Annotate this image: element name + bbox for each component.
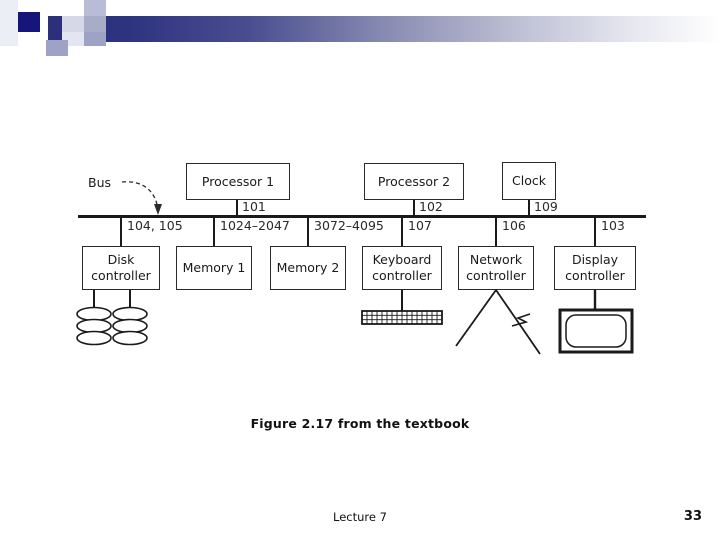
memory-1-label: Memory 1 (183, 260, 246, 276)
processor-1-bus-connector (235, 200, 239, 217)
clock: Clock (502, 162, 556, 200)
disk-controller-label: Disk controller (91, 252, 151, 283)
clock-bus-connector (527, 200, 531, 217)
keyboard-controller-label: Keyboard controller (372, 252, 432, 283)
memory-2-bus-connector (306, 215, 310, 246)
processor-2-label: Processor 2 (378, 174, 450, 190)
memory-1: Memory 1 (176, 246, 252, 290)
memory-2-label-line: Memory 2 (276, 260, 340, 276)
keyboard-controller-address: 107 (408, 218, 432, 233)
network-controller-address: 106 (502, 218, 526, 233)
disk-controller-label-line: controller (91, 268, 151, 283)
processor-2-bus-connector (412, 200, 416, 217)
disk-controller-label-line: Disk (107, 252, 135, 268)
processor-2-label-line: Processor 2 (377, 173, 451, 189)
keyboard-controller-label-line: controller (372, 268, 432, 283)
memory-1-address: 1024–2047 (220, 218, 290, 233)
display-controller-label-line: Display (571, 252, 619, 268)
disk-platter (112, 306, 148, 322)
display-controller-label: Display controller (565, 252, 625, 283)
display-controller-address: 103 (601, 218, 625, 233)
processor-1-label: Processor 1 (202, 174, 274, 190)
footer-lecture-label: Lecture 7 (333, 510, 387, 524)
keyboard-controller-label-line: Keyboard (372, 252, 432, 268)
display-controller: Display controller (554, 246, 636, 290)
memory-2-label: Memory 2 (277, 260, 340, 276)
monitor-group (558, 290, 634, 354)
disk-controller: Disk controller (82, 246, 160, 290)
network-controller-label-line: Network (469, 252, 523, 268)
memory-2: Memory 2 (270, 246, 346, 290)
display-controller-label-line: controller (565, 268, 625, 283)
keyboard-controller-bus-connector (400, 215, 404, 246)
footer-page-number: 33 (683, 509, 702, 524)
clock-label: Clock (512, 173, 546, 189)
memory-1-label-line: Memory 1 (182, 260, 246, 276)
figure-caption: Figure 2.17 from the textbook (250, 416, 470, 431)
network-link-left (455, 289, 497, 347)
display-controller-bus-connector (593, 215, 597, 246)
clock-label-line: Clock (512, 173, 546, 189)
bus-label: Bus (88, 175, 112, 190)
processor-1-label-line: Processor 1 (201, 173, 275, 189)
processor-2: Processor 2 (364, 163, 464, 200)
network-controller: Network controller (458, 246, 534, 290)
memory-2-address: 3072–4095 (314, 218, 384, 233)
system-bus-diagram: Bus Processor 1 101 Processor 2 102 Clock 109… (0, 0, 720, 540)
keyboard-controller: Keyboard controller (362, 246, 442, 290)
disk-platter (76, 318, 112, 334)
disk-stack-group (76, 290, 148, 346)
disk-platter (112, 318, 148, 334)
disk-platter (76, 306, 112, 322)
clock-address: 109 (534, 199, 558, 214)
network-controller-label: Network controller (466, 252, 526, 283)
disk-platter (112, 330, 148, 346)
network-controller-bus-connector (494, 215, 498, 246)
monitor-screen (565, 314, 627, 348)
network-link-right (495, 289, 541, 355)
network-antenna-group (455, 289, 541, 355)
processor-1: Processor 1 (186, 163, 290, 200)
processor-2-address: 102 (419, 199, 443, 214)
disk-controller-address: 104, 105 (127, 218, 183, 233)
processor-1-address: 101 (242, 199, 266, 214)
network-controller-label-line: controller (466, 268, 526, 283)
disk-controller-bus-connector (119, 215, 123, 246)
disk-platter (76, 330, 112, 346)
memory-1-bus-connector (212, 215, 216, 246)
